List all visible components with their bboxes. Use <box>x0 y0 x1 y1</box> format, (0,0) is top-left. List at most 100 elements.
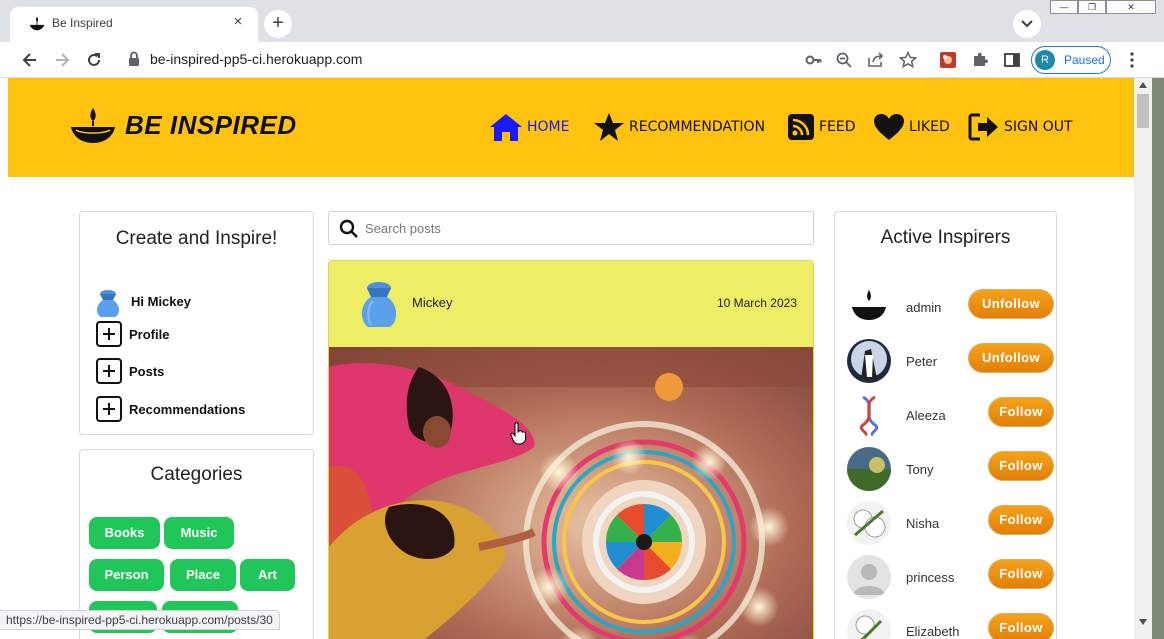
new-tab-button[interactable]: + <box>264 10 292 38</box>
profile-link[interactable]: Profile <box>96 321 169 347</box>
side-panel-icon[interactable] <box>1002 50 1022 70</box>
follow-button[interactable]: Follow <box>988 505 1054 535</box>
inspirer-avatar[interactable] <box>847 285 891 329</box>
back-arrow-icon[interactable] <box>20 50 40 70</box>
category-music[interactable]: Music <box>164 517 234 549</box>
category-books[interactable]: Books <box>89 517 160 549</box>
inspirer-avatar[interactable] <box>847 339 891 383</box>
sign-out-icon <box>968 113 998 141</box>
profile-button[interactable]: R Paused <box>1031 46 1111 74</box>
lock-icon[interactable] <box>128 51 140 67</box>
tab-close-icon[interactable]: × <box>228 13 248 30</box>
post-author[interactable]: Mickey <box>412 295 452 310</box>
key-icon[interactable] <box>804 50 824 70</box>
inspirer-name[interactable]: Peter <box>906 354 937 369</box>
scrollbar-thumb[interactable] <box>1137 94 1149 128</box>
inspirer-row: Tony Follow <box>847 447 1054 493</box>
active-inspirers-card: Active Inspirers admin Unfollow Peter Un… <box>834 211 1057 639</box>
maximize-button[interactable]: ❐ <box>1078 0 1106 14</box>
web-page: BE INSPIRED HOME RECOMMENDATION FEED LIK… <box>8 78 1134 639</box>
inspirer-avatar[interactable] <box>847 447 891 491</box>
nav-recommendation-label: RECOMMENDATION <box>629 119 766 135</box>
unfollow-button[interactable]: Unfollow <box>968 289 1054 319</box>
recommendations-link-label: Recommendations <box>129 401 246 417</box>
inspirer-avatar[interactable] <box>847 501 891 545</box>
extension-badge-icon[interactable] <box>938 50 958 70</box>
close-window-button[interactable]: ✕ <box>1106 0 1156 14</box>
rss-icon <box>788 114 814 140</box>
inspirer-row: princess Follow <box>847 555 1054 601</box>
inspirer-name[interactable]: admin <box>906 300 941 315</box>
recommendations-link[interactable]: Recommendations <box>96 396 245 422</box>
tab-title: Be Inspired <box>52 16 113 30</box>
inspirer-avatar[interactable] <box>847 609 891 639</box>
inspirer-avatar[interactable] <box>847 555 891 599</box>
follow-button[interactable]: Follow <box>988 613 1054 639</box>
posts-link-label: Posts <box>129 363 165 379</box>
nav-liked[interactable]: LIKED <box>873 112 950 142</box>
plus-square-icon <box>96 396 122 422</box>
search-bar <box>328 211 814 245</box>
inspirer-name[interactable]: Elizabeth <box>906 624 959 639</box>
category-art[interactable]: Art <box>240 559 295 591</box>
profile-status: Paused <box>1064 53 1105 67</box>
inspirer-row: Peter Unfollow <box>847 339 1054 385</box>
inspirer-name[interactable]: Nisha <box>906 516 939 531</box>
browser-window: Be Inspired × + — ❐ ✕ be-inspired-pp5-ci… <box>0 0 1164 639</box>
inspirer-name[interactable]: Aleeza <box>906 408 946 423</box>
search-input[interactable] <box>365 216 805 240</box>
tab-search-button[interactable] <box>1013 10 1041 38</box>
home-icon <box>490 114 522 141</box>
nav-home[interactable]: HOME <box>489 112 569 142</box>
nav-feed[interactable]: FEED <box>787 112 856 142</box>
inspirer-name[interactable]: Tony <box>906 462 933 477</box>
site-header: BE INSPIRED HOME RECOMMENDATION FEED LIK… <box>8 78 1134 177</box>
nav-feed-label: FEED <box>819 119 856 135</box>
nav-sign-out-label: SIGN OUT <box>1004 119 1073 135</box>
nav-sign-out[interactable]: SIGN OUT <box>968 112 1073 142</box>
minimize-button[interactable]: — <box>1050 0 1078 14</box>
kebab-menu-icon[interactable] <box>1122 50 1142 70</box>
address-toolbar: be-inspired-pp5-ci.herokuapp.com R Pause… <box>0 42 1164 78</box>
user-greeting[interactable]: Hi Mickey <box>92 286 191 318</box>
extensions-puzzle-icon[interactable] <box>970 50 990 70</box>
page-scrollbar[interactable] <box>1134 78 1152 639</box>
posts-link[interactable]: Posts <box>96 358 164 384</box>
inspirer-row: Aleeza Follow <box>847 393 1054 439</box>
profile-link-label: Profile <box>129 326 170 342</box>
hand-cursor-icon <box>510 422 526 445</box>
tab-be-inspired[interactable]: Be Inspired × <box>10 7 258 42</box>
nav-recommendation[interactable]: RECOMMENDATION <box>593 112 765 142</box>
inspirer-row: admin Unfollow <box>847 285 1054 331</box>
oil-lamp-icon <box>71 108 115 143</box>
brand-name: BE INSPIRED <box>125 110 297 140</box>
reload-icon[interactable] <box>84 50 104 70</box>
post-image-rangoli[interactable] <box>329 347 814 639</box>
forward-arrow-icon[interactable] <box>52 50 72 70</box>
follow-button[interactable]: Follow <box>988 397 1054 427</box>
url-text[interactable]: be-inspired-pp5-ci.herokuapp.com <box>150 51 362 67</box>
inspirers-title: Active Inspirers <box>880 227 1011 248</box>
unfollow-button[interactable]: Unfollow <box>968 343 1054 373</box>
inspirer-name[interactable]: princess <box>906 570 954 585</box>
search-icon <box>339 219 358 238</box>
category-person[interactable]: Person <box>89 559 164 591</box>
zoom-out-icon[interactable] <box>834 50 854 70</box>
tab-strip: Be Inspired × + — ❐ ✕ <box>0 0 1164 42</box>
post-date: 10 March 2023 <box>716 296 797 310</box>
author-avatar[interactable] <box>355 277 403 329</box>
follow-button[interactable]: Follow <box>988 559 1054 589</box>
follow-button[interactable]: Follow <box>988 451 1054 481</box>
post-card[interactable]: Mickey 10 March 2023 <box>328 260 814 639</box>
share-icon[interactable] <box>866 50 886 70</box>
desktop-background-strip <box>1152 78 1164 639</box>
scroll-down-arrow-icon[interactable] <box>1139 619 1147 625</box>
nav-liked-label: LIKED <box>909 119 950 135</box>
category-place[interactable]: Place <box>170 559 236 591</box>
plus-square-icon <box>96 358 122 384</box>
inspirer-avatar[interactable] <box>847 393 891 437</box>
oil-lamp-icon <box>29 16 45 31</box>
bookmark-star-icon[interactable] <box>898 50 918 70</box>
scroll-up-arrow-icon[interactable] <box>1139 82 1147 88</box>
chevron-down-icon <box>1021 20 1033 28</box>
